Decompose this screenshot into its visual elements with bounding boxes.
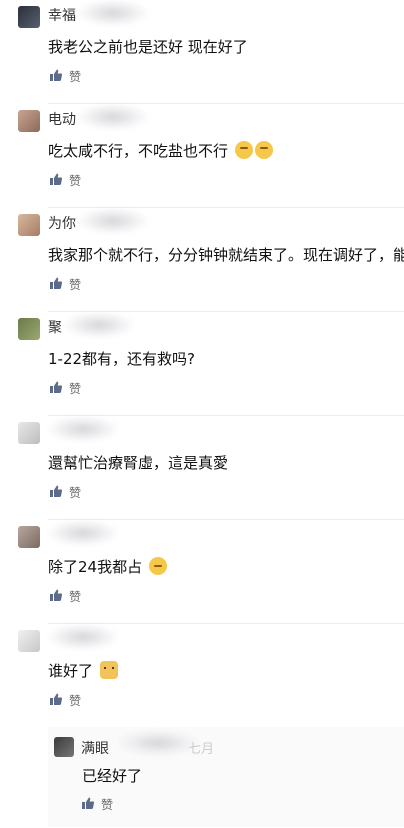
thumbs-up-icon <box>49 587 63 606</box>
reply-commenter-name[interactable]: 满眼 <box>81 738 109 758</box>
comment-text: 我家那个就不行，分分钟钟就结束了。现在调好了，能 <box>48 246 404 264</box>
redacted-name-blur <box>118 730 198 756</box>
like-label: 赞 <box>69 381 82 396</box>
thumbs-up-icon <box>49 171 63 190</box>
like-label: 赞 <box>69 693 82 708</box>
like-button[interactable]: 赞 <box>49 380 81 396</box>
like-label: 赞 <box>69 485 82 500</box>
avatar[interactable] <box>18 214 40 236</box>
like-label: 赞 <box>69 277 82 292</box>
thumbs-up-icon <box>49 483 63 502</box>
sleepy-face-icon <box>148 557 167 575</box>
thumbs-up-icon <box>81 795 95 814</box>
like-label: 赞 <box>101 797 114 812</box>
like-label: 赞 <box>69 69 82 84</box>
like-button[interactable]: 赞 <box>49 172 81 188</box>
redacted-name-blur <box>48 624 118 650</box>
avatar[interactable] <box>18 630 40 652</box>
like-button[interactable]: 赞 <box>49 484 81 500</box>
comment-text: 除了24我都占 <box>48 556 167 577</box>
comment-text: 我老公之前也是还好 现在好了 <box>48 38 248 56</box>
thumbs-up-icon <box>49 67 63 86</box>
like-label: 赞 <box>69 173 82 188</box>
commenter-name[interactable]: 为你 <box>48 213 76 233</box>
thumbs-up-icon <box>49 691 63 710</box>
redacted-name-blur <box>64 312 134 338</box>
dog-face-icon <box>99 661 118 679</box>
like-button[interactable]: 赞 <box>49 692 81 708</box>
like-button[interactable]: 赞 <box>49 68 81 84</box>
thinking-face-icon <box>234 141 253 159</box>
like-button[interactable]: 赞 <box>49 588 81 604</box>
comment-item: 谁好了 赞 <box>0 624 404 728</box>
like-button[interactable]: 赞 <box>49 276 81 292</box>
avatar[interactable] <box>18 6 40 28</box>
avatar[interactable] <box>18 526 40 548</box>
comment-item: 幸福 我老公之前也是还好 现在好了 赞 <box>0 0 404 104</box>
comment-item: 還幫忙治療腎虛，這是真愛 赞 <box>0 416 404 520</box>
redacted-name-blur <box>78 104 148 130</box>
comment-text: 還幫忙治療腎虛，這是真愛 <box>48 454 229 472</box>
comment-text: 1-22都有，还有救吗? <box>48 350 196 368</box>
thumbs-up-icon <box>49 275 63 294</box>
reply-item: 满眼 七月 已经好了 赞 <box>48 727 404 827</box>
redacted-name-blur <box>48 520 118 546</box>
reply-text: 已经好了 <box>82 767 143 785</box>
commenter-name[interactable]: 电动 <box>48 109 76 129</box>
redacted-name-blur <box>78 0 148 26</box>
like-button[interactable]: 赞 <box>81 796 113 812</box>
comment-item: 除了24我都占 赞 <box>0 520 404 624</box>
avatar[interactable] <box>54 737 74 757</box>
comment-text: 吃太咸不行，不吃盐也不行 <box>48 140 273 161</box>
reply-mark: 七月 <box>188 742 215 757</box>
avatar[interactable] <box>18 110 40 132</box>
comment-item: 聚 1-22都有，还有救吗? 赞 <box>0 312 404 416</box>
redacted-name-blur <box>78 208 148 234</box>
commenter-name[interactable]: 聚 <box>48 317 62 337</box>
commenter-name[interactable]: 幸福 <box>48 5 76 25</box>
thinking-face-icon <box>254 141 273 159</box>
comment-item: 为你 我家那个就不行，分分钟钟就结束了。现在调好了，能 赞 <box>0 208 404 312</box>
redacted-name-blur <box>48 416 118 442</box>
like-label: 赞 <box>69 589 82 604</box>
avatar[interactable] <box>18 422 40 444</box>
comment-text: 谁好了 <box>48 660 118 681</box>
comment-item: 电动 吃太咸不行，不吃盐也不行 赞 <box>0 104 404 208</box>
avatar[interactable] <box>18 318 40 340</box>
thumbs-up-icon <box>49 379 63 398</box>
